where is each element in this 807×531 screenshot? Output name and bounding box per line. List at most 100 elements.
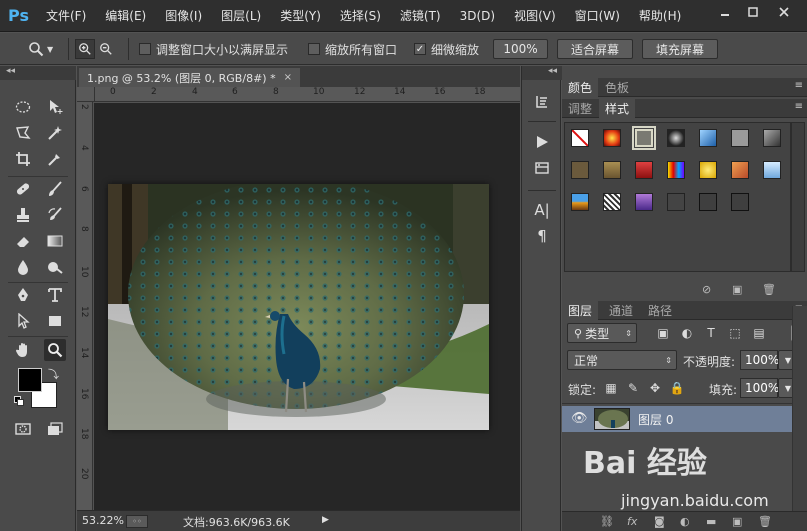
tab-adjustments[interactable]: 调整 xyxy=(562,99,598,118)
swap-colors-icon[interactable]: ⤵ xyxy=(48,366,59,382)
zoom-all-option[interactable]: 缩放所有窗口 xyxy=(308,33,397,65)
style-swatch[interactable] xyxy=(667,129,685,147)
filter-adjustment-icon[interactable]: ◐ xyxy=(679,325,695,341)
lock-image-icon[interactable]: ✎ xyxy=(625,380,641,396)
zoom-in-button[interactable] xyxy=(75,33,95,65)
lasso-tool[interactable] xyxy=(12,122,34,144)
minimize-button[interactable] xyxy=(711,2,739,22)
menu-view[interactable]: 视图(V) xyxy=(514,9,556,23)
character-panel-icon[interactable]: A| xyxy=(531,200,553,220)
canvas-area[interactable] xyxy=(94,103,520,510)
style-swatch[interactable] xyxy=(731,129,749,147)
style-swatch[interactable] xyxy=(699,129,717,147)
quick-mask-button[interactable] xyxy=(12,418,34,440)
style-swatch[interactable] xyxy=(699,193,717,211)
marquee-tool[interactable] xyxy=(12,96,34,118)
maximize-button[interactable] xyxy=(739,2,767,22)
move-tool[interactable] xyxy=(44,96,66,118)
eyedropper-tool[interactable] xyxy=(44,148,66,170)
dodge-tool[interactable] xyxy=(44,256,66,278)
clone-stamp-tool[interactable] xyxy=(12,204,34,226)
style-swatch[interactable] xyxy=(571,161,589,179)
pen-tool[interactable] xyxy=(12,284,34,306)
lock-position-icon[interactable]: ✥ xyxy=(647,380,663,396)
menu-edit[interactable]: 编辑(E) xyxy=(105,9,146,23)
style-swatch[interactable] xyxy=(731,193,749,211)
filter-smart-object-icon[interactable]: ▤ xyxy=(751,325,767,341)
adjustment-layer-icon[interactable]: ◐ xyxy=(680,515,690,528)
fill-input[interactable]: 100% xyxy=(740,378,779,398)
style-swatch[interactable] xyxy=(699,161,717,179)
brush-tool[interactable] xyxy=(44,178,66,200)
opacity-input[interactable]: 100% xyxy=(740,350,779,370)
blend-mode-select[interactable]: 正常 ⇕ xyxy=(567,350,677,370)
lock-all-icon[interactable]: 🔒 xyxy=(669,380,685,396)
close-button[interactable] xyxy=(767,2,801,22)
menu-file[interactable]: 文件(F) xyxy=(46,9,86,23)
zoom-100-button[interactable]: 100% xyxy=(493,39,548,59)
tab-styles[interactable]: 样式 xyxy=(599,99,636,118)
properties-panel-icon[interactable] xyxy=(531,158,553,178)
style-swatch[interactable] xyxy=(731,161,749,179)
style-swatch[interactable] xyxy=(635,161,653,179)
tab-swatches[interactable]: 色板 xyxy=(599,78,635,97)
tab-layers[interactable]: 图层 xyxy=(562,301,599,320)
layer-row[interactable]: 👁 图层 0 xyxy=(562,406,792,432)
menu-type[interactable]: 类型(Y) xyxy=(280,9,321,23)
style-swatch[interactable] xyxy=(603,193,621,211)
expand-dock-icon[interactable]: ◂◂ xyxy=(548,66,557,76)
fit-screen-button[interactable]: 适合屏幕 xyxy=(557,39,633,59)
resize-windows-checkbox[interactable] xyxy=(139,43,151,55)
panel-menu-icon[interactable]: ≡ xyxy=(795,101,803,112)
zoom-all-checkbox[interactable] xyxy=(308,43,320,55)
style-swatch[interactable] xyxy=(635,193,653,211)
style-swatch[interactable] xyxy=(571,193,589,211)
menu-filter[interactable]: 滤镜(T) xyxy=(400,9,441,23)
scrubby-zoom-option[interactable]: ✓ 细微缩放 xyxy=(414,33,479,65)
style-swatch[interactable] xyxy=(763,129,781,147)
zoom-out-button[interactable] xyxy=(99,33,113,65)
resize-windows-option[interactable]: 调整窗口大小以满屏显示 xyxy=(139,33,288,65)
menu-3d[interactable]: 3D(D) xyxy=(460,9,495,23)
delete-layer-icon[interactable]: 🗑 xyxy=(758,515,772,528)
link-layers-icon[interactable]: ⛓ xyxy=(600,515,614,528)
menu-layer[interactable]: 图层(L) xyxy=(221,9,261,23)
delete-style-icon[interactable]: 🗑 xyxy=(762,283,776,296)
panel-menu-icon[interactable]: ≡ xyxy=(795,80,803,91)
style-swatch-none[interactable] xyxy=(571,129,589,147)
path-selection-tool[interactable] xyxy=(12,310,34,332)
menu-image[interactable]: 图像(I) xyxy=(165,9,202,23)
rectangle-tool[interactable] xyxy=(44,310,66,332)
new-group-icon[interactable]: ▬ xyxy=(706,515,716,528)
style-swatch[interactable] xyxy=(603,161,621,179)
eraser-tool[interactable] xyxy=(12,230,34,252)
filter-shape-icon[interactable]: ⬚ xyxy=(727,325,743,341)
menu-select[interactable]: 选择(S) xyxy=(340,9,381,23)
menu-help[interactable]: 帮助(H) xyxy=(639,9,681,23)
gradient-tool[interactable] xyxy=(44,230,66,252)
style-swatch[interactable] xyxy=(667,193,685,211)
tab-paths[interactable]: 路径 xyxy=(642,301,678,320)
magic-wand-tool[interactable] xyxy=(44,122,66,144)
add-mask-icon[interactable]: ◙ xyxy=(654,515,665,528)
screen-mode-button[interactable] xyxy=(44,418,66,440)
tab-channels[interactable]: 通道 xyxy=(603,301,639,320)
layer-thumbnail[interactable] xyxy=(594,408,630,430)
blur-tool[interactable] xyxy=(12,256,34,278)
filter-type-icon[interactable]: T xyxy=(703,325,719,341)
default-colors-icon[interactable] xyxy=(14,396,25,407)
close-tab-icon[interactable]: × xyxy=(284,72,292,83)
style-swatch[interactable] xyxy=(603,129,621,147)
new-layer-icon[interactable]: ▣ xyxy=(732,515,742,528)
style-swatch-selected[interactable] xyxy=(632,126,656,150)
zoom-tool[interactable] xyxy=(44,339,66,361)
lock-transparent-icon[interactable]: ▦ xyxy=(603,380,619,396)
layer-kind-filter[interactable]: ⚲ 类型 ⇕ xyxy=(567,323,637,343)
style-swatch[interactable] xyxy=(763,161,781,179)
document-tab[interactable]: 1.png @ 53.2% (图层 0, RGB/8#) * × xyxy=(79,68,300,87)
status-menu-icon[interactable]: ▶ xyxy=(322,515,329,525)
scrubby-zoom-checkbox[interactable]: ✓ xyxy=(414,43,426,55)
new-style-icon[interactable]: ▣ xyxy=(732,283,742,296)
status-toggle-icon[interactable]: ◦◦ xyxy=(126,515,148,528)
layers-scrollbar[interactable] xyxy=(792,306,807,511)
